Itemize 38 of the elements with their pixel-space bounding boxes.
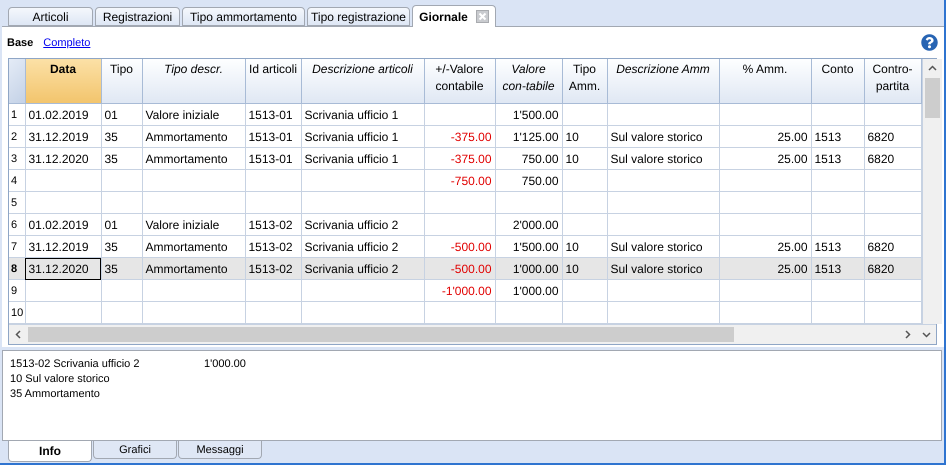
help-icon[interactable] xyxy=(921,34,938,51)
info-amount: 1'000.00 xyxy=(204,357,246,372)
column-header[interactable]: Tipo descr. xyxy=(142,59,245,104)
view-link[interactable]: Base xyxy=(7,36,34,48)
tab[interactable]: Registrazioni xyxy=(95,7,180,26)
scroll-right-icon[interactable] xyxy=(903,330,912,339)
column-header[interactable]: Conto xyxy=(811,59,864,104)
view-link[interactable]: Completo xyxy=(43,36,90,48)
tab[interactable]: Tipo ammortamento xyxy=(182,7,305,26)
column-header[interactable]: Tipo Amm. xyxy=(562,59,607,104)
tab[interactable]: Grafici xyxy=(93,441,177,459)
vertical-scrollbar[interactable] xyxy=(922,59,942,324)
column-header[interactable]: +/-Valore contabile xyxy=(424,59,495,104)
horizontal-scrollbar[interactable] xyxy=(9,324,936,344)
column-header[interactable]: % Amm. xyxy=(719,59,811,104)
tab[interactable]: Info xyxy=(8,441,92,462)
column-header[interactable]: Tipo xyxy=(101,59,142,104)
scroll-left-icon[interactable] xyxy=(14,330,23,339)
column-header[interactable]: Id articoli xyxy=(245,59,301,104)
column-header[interactable]: Data xyxy=(25,59,101,104)
scrollbar-thumb[interactable] xyxy=(924,78,940,118)
tab[interactable]: Tipo registrazione xyxy=(307,7,410,26)
grid-corner xyxy=(9,59,25,104)
tab[interactable]: Messaggi xyxy=(178,441,262,459)
scroll-up-icon[interactable] xyxy=(928,64,936,73)
scrollbar-thumb[interactable] xyxy=(28,327,734,342)
tab[interactable]: Giornale xyxy=(412,5,496,27)
info-text: 35 Ammortamento xyxy=(10,387,101,402)
table-cell: 31.12.2020 xyxy=(25,258,101,280)
table-cell: 31.12.2019 xyxy=(25,236,101,258)
column-header[interactable]: Contro-partita xyxy=(864,59,921,104)
column-header[interactable]: Descrizione articoli xyxy=(301,59,424,104)
column-header[interactable]: Descrizione Amm xyxy=(607,59,719,104)
info-text: 1513-02 Scrivania ufficio 2 xyxy=(10,357,140,372)
info-text: 10 Sul valore storico xyxy=(10,372,111,387)
column-header[interactable]: Valore con-tabile xyxy=(495,59,562,104)
scroll-down-icon[interactable] xyxy=(922,330,931,339)
tab[interactable]: Articoli xyxy=(8,7,93,26)
